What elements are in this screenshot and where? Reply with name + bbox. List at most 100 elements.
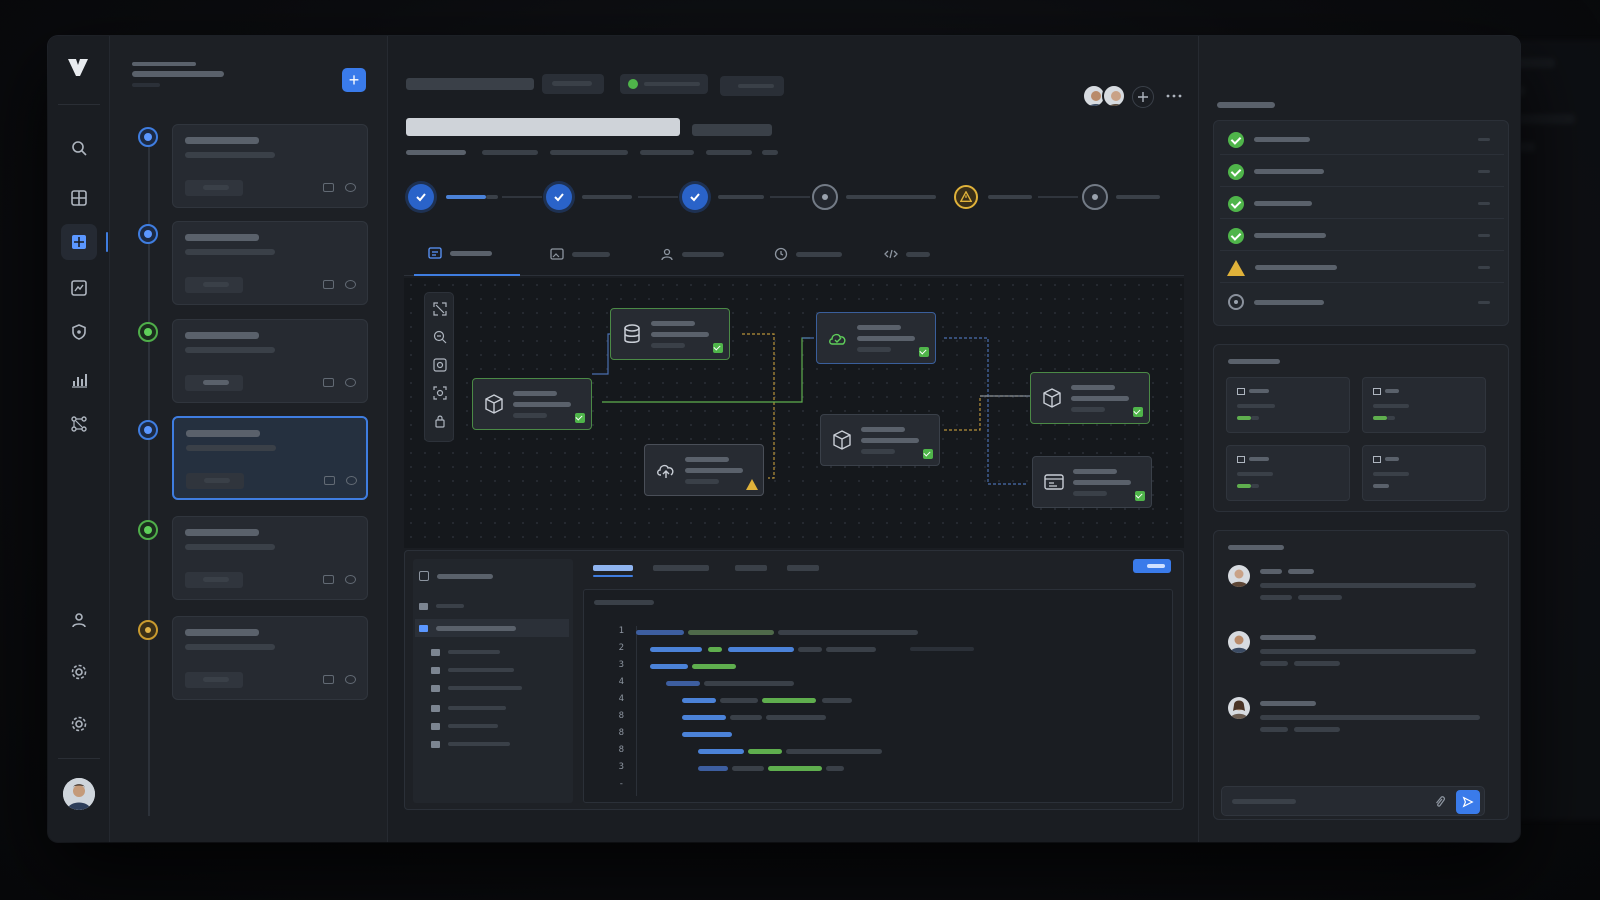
app-window: + 1 2 3 4 4 8 8 8 3 - — [48, 36, 1520, 842]
step-pending[interactable] — [812, 184, 838, 210]
rail-analytics-button[interactable] — [61, 362, 97, 398]
file-icon — [431, 648, 440, 656]
tab-history[interactable] — [760, 232, 856, 276]
folder-item-selected[interactable] — [415, 619, 569, 637]
file-item[interactable] — [431, 699, 506, 717]
breadcrumb[interactable] — [406, 78, 534, 90]
tab-reports[interactable] — [536, 232, 624, 276]
add-button[interactable]: + — [342, 68, 366, 92]
step-done[interactable] — [408, 184, 434, 210]
step-warning[interactable] — [954, 185, 978, 209]
file-item[interactable] — [431, 661, 514, 679]
folder-item[interactable] — [419, 597, 464, 615]
rail-board-button[interactable] — [61, 224, 108, 260]
editor-tab[interactable] — [653, 565, 709, 571]
reply-input[interactable] — [1221, 786, 1485, 816]
workflow-node-package[interactable] — [472, 378, 592, 430]
rail-graph-button[interactable] — [61, 406, 97, 442]
tab-team[interactable] — [646, 232, 738, 276]
check-circle-icon — [1228, 131, 1244, 148]
database-icon — [624, 324, 640, 343]
tab-code[interactable] — [870, 232, 944, 276]
rail-settings-button[interactable] — [61, 654, 97, 690]
file-item[interactable] — [431, 643, 500, 661]
run-button[interactable] — [1133, 559, 1171, 573]
dashboard-icon — [71, 190, 87, 206]
collaborator-avatar[interactable] — [1102, 84, 1126, 108]
comment-item — [1228, 631, 1498, 691]
workflow-canvas[interactable] — [404, 278, 1184, 548]
workflow-node-build[interactable] — [820, 414, 940, 466]
rail-dashboard-button[interactable] — [61, 180, 97, 216]
editor-tab[interactable] — [735, 565, 767, 571]
heart-icon — [345, 675, 356, 684]
pipeline-card[interactable] — [172, 616, 368, 700]
step-progress — [446, 195, 486, 199]
warning-icon — [1227, 259, 1245, 276]
pipeline-card[interactable] — [172, 124, 368, 208]
step-pending[interactable] — [1082, 184, 1108, 210]
pending-circle-icon — [1228, 294, 1244, 310]
line-number: 8 — [618, 711, 624, 721]
rail-search-button[interactable] — [61, 130, 97, 166]
user-icon — [661, 248, 673, 261]
rail-report-button[interactable] — [61, 270, 97, 306]
commenter-avatar[interactable] — [1228, 631, 1250, 653]
image-icon — [550, 248, 564, 260]
file-item[interactable] — [431, 717, 498, 735]
checklist-item[interactable] — [1220, 221, 1504, 251]
checklist-item[interactable] — [1220, 125, 1504, 155]
checklist-item[interactable] — [1220, 157, 1504, 187]
file-item[interactable] — [431, 679, 522, 697]
pipeline-card[interactable] — [172, 319, 368, 403]
comment-icon — [323, 675, 334, 684]
checklist-item[interactable] — [1220, 189, 1504, 219]
rail-preferences-button[interactable] — [61, 706, 97, 742]
workflow-node-cloud[interactable] — [644, 444, 764, 496]
editor-tab[interactable] — [787, 565, 819, 571]
rail-users-button[interactable] — [61, 602, 97, 638]
checklist-item[interactable] — [1220, 287, 1504, 317]
success-badge — [1133, 407, 1143, 417]
icon-rail — [48, 36, 110, 842]
rail-security-button[interactable] — [61, 314, 97, 350]
user-avatar[interactable] — [63, 778, 95, 810]
send-button[interactable] — [1456, 790, 1480, 814]
metric-card[interactable] — [1362, 377, 1486, 433]
breadcrumb-chip[interactable] — [542, 74, 604, 94]
commenter-avatar[interactable] — [1228, 697, 1250, 719]
workflow-node-artifact[interactable] — [1030, 372, 1150, 424]
metric-card[interactable] — [1226, 445, 1350, 501]
step-done[interactable] — [546, 184, 572, 210]
tab-pipeline[interactable] — [414, 232, 520, 276]
metric-card[interactable] — [1226, 377, 1350, 433]
editor-tab-active[interactable] — [593, 565, 633, 571]
timeline-node — [138, 224, 158, 244]
code-area[interactable]: 1 2 3 4 4 8 8 8 3 - — [583, 589, 1173, 803]
file-item[interactable] — [431, 735, 510, 753]
metric-card[interactable] — [1362, 445, 1486, 501]
checklist — [1213, 120, 1509, 326]
shield-icon — [72, 324, 86, 340]
paperclip-icon[interactable] — [1434, 795, 1446, 809]
workflow-node-release[interactable] — [1032, 456, 1152, 508]
cube-icon — [833, 430, 851, 450]
pipeline-card-selected[interactable] — [172, 416, 368, 500]
commenter-avatar[interactable] — [1228, 565, 1250, 587]
add-collaborator-button[interactable] — [1132, 86, 1154, 108]
workflow-node-database[interactable] — [610, 308, 730, 360]
line-number: 4 — [618, 694, 624, 704]
cloud-upload-icon — [657, 464, 674, 478]
pipeline-card[interactable] — [172, 516, 368, 600]
search-icon — [72, 141, 87, 156]
timeline-node — [138, 420, 158, 440]
step-done[interactable] — [682, 184, 708, 210]
pipeline-card[interactable] — [172, 221, 368, 305]
more-menu-button[interactable] — [1164, 86, 1184, 106]
checklist-item[interactable] — [1220, 253, 1504, 283]
plus-icon — [1138, 92, 1148, 102]
cube-icon — [485, 394, 503, 414]
file-icon — [431, 666, 440, 674]
workflow-node-deploy[interactable] — [816, 312, 936, 364]
logo-icon — [68, 59, 88, 76]
